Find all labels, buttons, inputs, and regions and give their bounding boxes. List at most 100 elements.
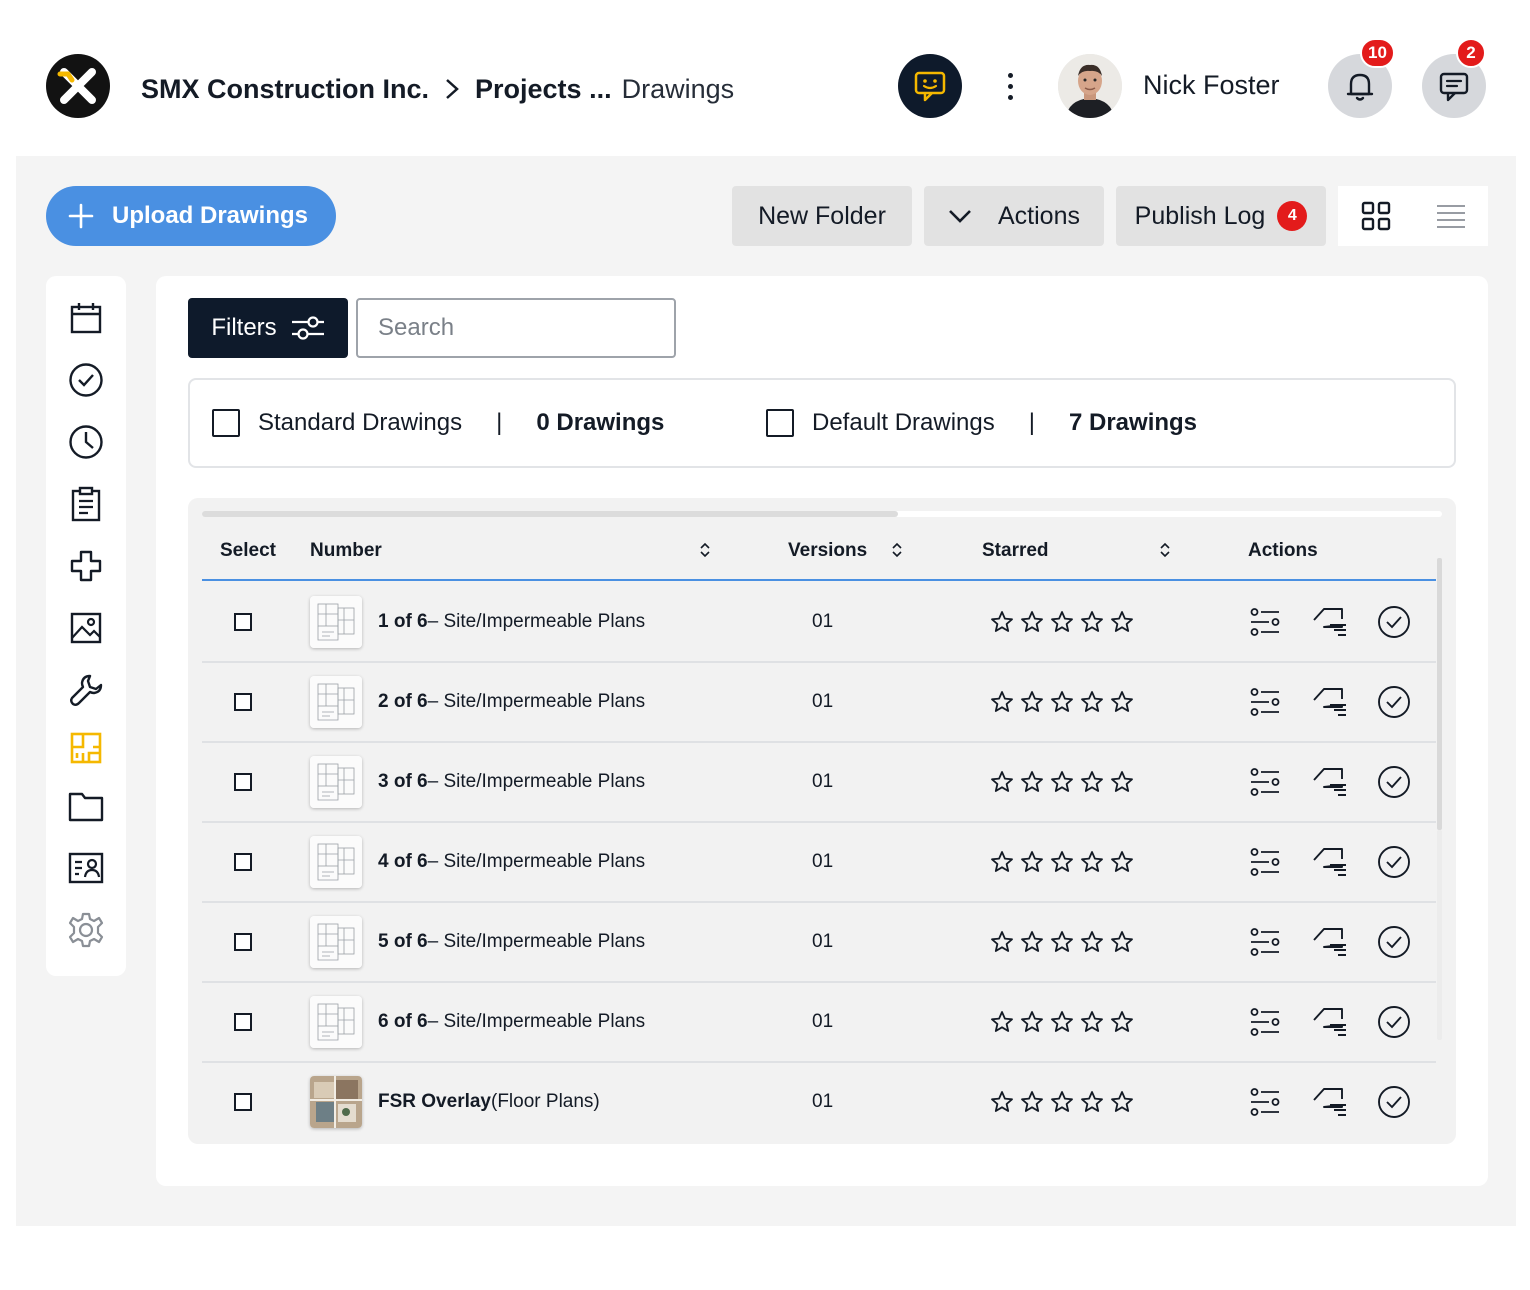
star-icon[interactable] [990, 610, 1014, 634]
drawing-number[interactable]: 6 of 6 – Site/Impermeable Plans [378, 983, 645, 1061]
star-icon[interactable] [1050, 770, 1074, 794]
star-icon[interactable] [1020, 1090, 1044, 1114]
row-markup-action[interactable] [1312, 903, 1348, 981]
column-starred[interactable]: Starred [982, 523, 1049, 579]
properties-icon[interactable] [1250, 607, 1280, 637]
drawing-number[interactable]: 2 of 6 – Site/Impermeable Plans [378, 663, 645, 741]
star-icon[interactable] [1110, 690, 1134, 714]
approve-check-icon[interactable] [1377, 845, 1411, 879]
row-properties-action[interactable] [1250, 983, 1280, 1061]
star-icon[interactable] [990, 850, 1014, 874]
sort-icon[interactable] [700, 541, 710, 559]
vertical-scrollbar-thumb[interactable] [1437, 558, 1442, 830]
star-icon[interactable] [1050, 1010, 1074, 1034]
approve-check-icon[interactable] [1377, 605, 1411, 639]
drawing-thumbnail[interactable] [310, 663, 362, 741]
notifications-button[interactable]: 10 [1328, 38, 1395, 118]
row-approve-action[interactable] [1377, 823, 1411, 901]
table-row[interactable]: FSR Overlay (Floor Plans) 01 [202, 1063, 1436, 1143]
star-rating[interactable] [990, 823, 1134, 901]
list-view-button[interactable] [1413, 186, 1488, 246]
assistant-button[interactable] [898, 54, 962, 118]
publish-log-button[interactable]: Publish Log 4 [1116, 186, 1326, 246]
star-rating[interactable] [990, 983, 1134, 1061]
row-markup-action[interactable] [1312, 823, 1348, 901]
star-icon[interactable] [1110, 610, 1134, 634]
sidebar-item-drawings[interactable] [66, 728, 106, 768]
star-icon[interactable] [990, 1090, 1014, 1114]
row-checkbox[interactable] [234, 773, 252, 791]
column-versions[interactable]: Versions [788, 523, 867, 579]
properties-icon[interactable] [1250, 847, 1280, 877]
drawing-thumbnail[interactable] [310, 823, 362, 901]
star-icon[interactable] [1110, 930, 1134, 954]
markup-tag-icon[interactable] [1312, 926, 1348, 958]
table-row[interactable]: 1 of 6 – Site/Impermeable Plans 01 [202, 583, 1436, 663]
star-icon[interactable] [1080, 610, 1104, 634]
column-number[interactable]: Number [310, 523, 382, 579]
row-approve-action[interactable] [1377, 583, 1411, 661]
row-checkbox[interactable] [234, 853, 252, 871]
properties-icon[interactable] [1250, 927, 1280, 957]
company-logo[interactable] [46, 54, 110, 118]
table-row[interactable]: 4 of 6 – Site/Impermeable Plans 01 [202, 823, 1436, 903]
sidebar-item-photos[interactable] [66, 608, 106, 648]
row-approve-action[interactable] [1377, 983, 1411, 1061]
breadcrumb-projects[interactable]: Projects ... [475, 74, 612, 105]
row-approve-action[interactable] [1377, 663, 1411, 741]
upload-drawings-button[interactable]: Upload Drawings [46, 186, 336, 246]
markup-tag-icon[interactable] [1312, 686, 1348, 718]
star-icon[interactable] [1110, 1010, 1134, 1034]
row-properties-action[interactable] [1250, 823, 1280, 901]
filters-button[interactable]: Filters [188, 298, 348, 358]
star-icon[interactable] [1080, 770, 1104, 794]
star-icon[interactable] [1020, 690, 1044, 714]
row-markup-action[interactable] [1312, 663, 1348, 741]
row-checkbox[interactable] [234, 933, 252, 951]
row-properties-action[interactable] [1250, 583, 1280, 661]
drawing-number[interactable]: 4 of 6 – Site/Impermeable Plans [378, 823, 645, 901]
star-icon[interactable] [1020, 850, 1044, 874]
sidebar-item-timesheets[interactable] [66, 422, 106, 462]
messages-button[interactable]: 2 [1422, 38, 1486, 118]
sort-icon[interactable] [1160, 541, 1170, 559]
sidebar-item-reports[interactable] [66, 484, 106, 524]
row-markup-action[interactable] [1312, 583, 1348, 661]
drawing-number[interactable]: FSR Overlay (Floor Plans) [378, 1063, 600, 1141]
star-icon[interactable] [990, 930, 1014, 954]
row-markup-action[interactable] [1312, 983, 1348, 1061]
star-icon[interactable] [1050, 850, 1074, 874]
markup-tag-icon[interactable] [1312, 606, 1348, 638]
star-rating[interactable] [990, 583, 1134, 661]
star-icon[interactable] [1080, 690, 1104, 714]
star-icon[interactable] [1110, 850, 1134, 874]
grid-view-button[interactable] [1338, 186, 1413, 246]
row-approve-action[interactable] [1377, 903, 1411, 981]
star-rating[interactable] [990, 743, 1134, 821]
properties-icon[interactable] [1250, 1087, 1280, 1117]
search-input[interactable] [356, 298, 676, 358]
drawing-number[interactable]: 5 of 6 – Site/Impermeable Plans [378, 903, 645, 981]
star-icon[interactable] [1080, 1090, 1104, 1114]
approve-check-icon[interactable] [1377, 1085, 1411, 1119]
star-icon[interactable] [1020, 930, 1044, 954]
properties-icon[interactable] [1250, 687, 1280, 717]
star-icon[interactable] [1020, 610, 1044, 634]
sidebar-item-safety[interactable] [66, 546, 106, 586]
properties-icon[interactable] [1250, 1007, 1280, 1037]
user-name[interactable]: Nick Foster [1143, 70, 1280, 101]
row-checkbox[interactable] [234, 613, 252, 631]
star-icon[interactable] [990, 1010, 1014, 1034]
star-icon[interactable] [1080, 930, 1104, 954]
table-row[interactable]: 2 of 6 – Site/Impermeable Plans 01 [202, 663, 1436, 743]
star-icon[interactable] [990, 690, 1014, 714]
row-approve-action[interactable] [1377, 743, 1411, 821]
drawing-thumbnail[interactable] [310, 743, 362, 821]
table-row[interactable]: 6 of 6 – Site/Impermeable Plans 01 [202, 983, 1436, 1063]
standard-drawings-checkbox[interactable] [212, 409, 240, 437]
default-drawings-checkbox[interactable] [766, 409, 794, 437]
drawing-thumbnail[interactable] [310, 1063, 362, 1141]
table-row[interactable]: 5 of 6 – Site/Impermeable Plans 01 [202, 903, 1436, 983]
approve-check-icon[interactable] [1377, 685, 1411, 719]
drawing-number[interactable]: 3 of 6 – Site/Impermeable Plans [378, 743, 645, 821]
